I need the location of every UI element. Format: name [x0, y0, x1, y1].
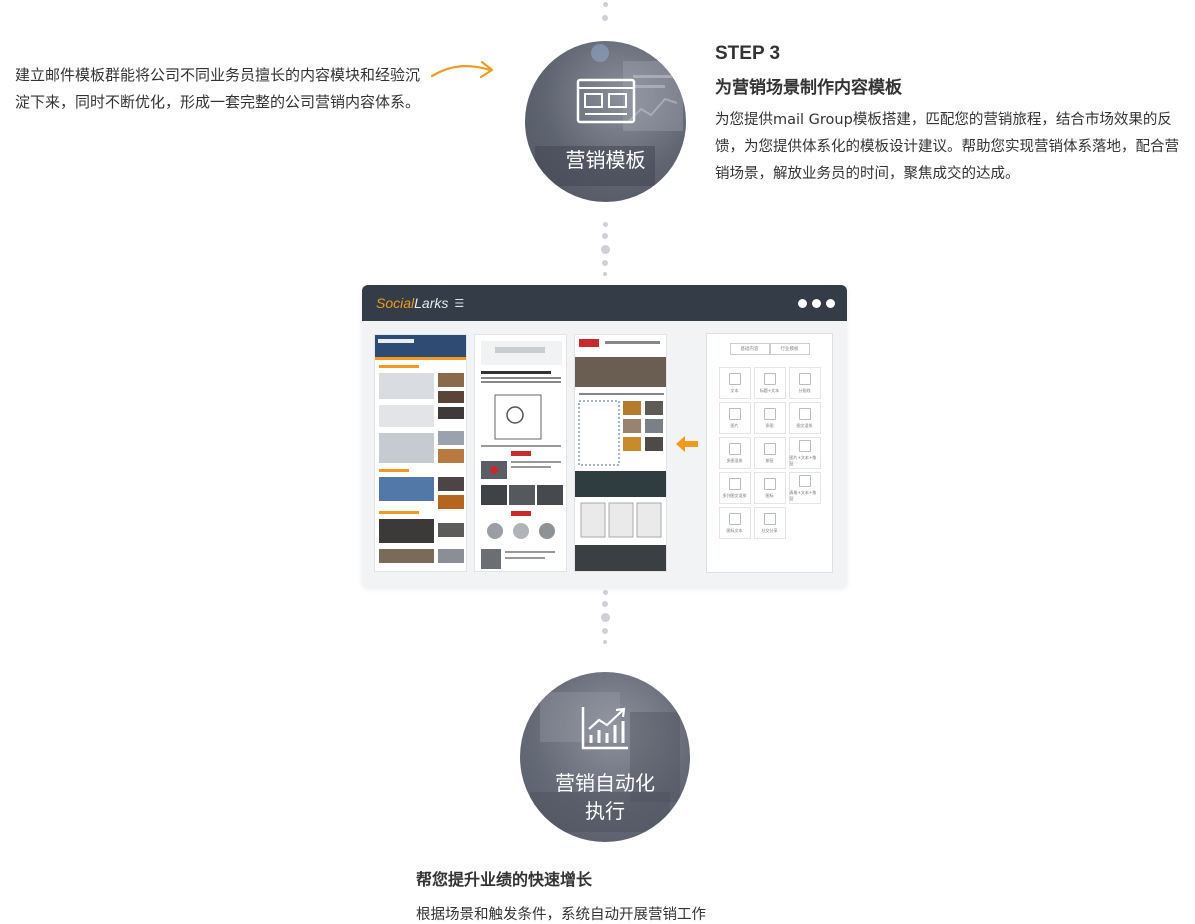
- palette-item[interactable]: 图片+文本+按钮: [788, 437, 821, 469]
- template-preview-image: [481, 341, 563, 569]
- menu-icon[interactable]: ☰: [454, 297, 464, 310]
- connector-dots-lower: [599, 590, 611, 644]
- template-preview-image: [375, 335, 466, 563]
- block-icon: [763, 477, 776, 490]
- window-titlebar: SocialLarks ☰: [362, 285, 847, 321]
- block-icon: [728, 372, 741, 385]
- curved-arrow-icon: [430, 60, 494, 79]
- palette-item[interactable]: 图文混排: [788, 402, 821, 434]
- palette-tabs: 基础内容 行业模板: [707, 343, 832, 355]
- marketing-template-label: 营销模板: [565, 148, 646, 172]
- automation-label-line1: 营销自动化: [555, 771, 655, 795]
- palette-item[interactable]: 标题+文本: [753, 367, 786, 399]
- palette-item[interactable]: 文本: [718, 367, 751, 399]
- step-3-block: STEP 3 为营销场景制作内容模板 为您提供mail Group模板搭建，匹配…: [715, 43, 1190, 188]
- palette-grid: 文本 标题+文本 分割线 图片 多图 图文混排 多图混排 按钮 图片+文本+按钮…: [707, 367, 832, 539]
- palette-item[interactable]: 多列图文混排: [718, 472, 751, 504]
- palette-item[interactable]: 图标文本: [718, 507, 751, 539]
- block-icon: [728, 442, 741, 455]
- email-template-thumbnail-2[interactable]: [474, 334, 567, 572]
- window-controls: [798, 299, 835, 308]
- marketing-automation-circle: 营销自动化 执行: [520, 672, 690, 842]
- arrow-left-icon: [676, 436, 698, 452]
- block-icon: [728, 407, 741, 420]
- block-icon: [763, 512, 776, 525]
- tab-industry-templates[interactable]: 行业模板: [769, 343, 810, 355]
- block-icon: [763, 372, 776, 385]
- email-template-thumbnail-3[interactable]: [574, 334, 667, 572]
- palette-item[interactable]: 图片: [718, 402, 751, 434]
- connector-dots-middle: [599, 222, 611, 276]
- growth-description: 根据场景和触发条件，系统自动开展营销工作: [416, 907, 706, 923]
- email-template-thumbnail-1[interactable]: [374, 334, 467, 572]
- step-title: 为营销场景制作内容模板: [715, 78, 902, 98]
- brand-logo: SocialLarks: [376, 295, 449, 311]
- template-icon: [576, 78, 635, 124]
- block-icon: [798, 474, 811, 487]
- growth-title: 帮您提升业绩的快速增长: [416, 870, 593, 889]
- palette-item[interactable]: 表格+文本+按钮: [788, 472, 821, 504]
- palette-item[interactable]: 图标: [753, 472, 786, 504]
- block-icon: [798, 372, 811, 385]
- block-icon: [728, 512, 741, 525]
- tab-basic-content[interactable]: 基础内容: [729, 343, 770, 355]
- block-icon: [798, 439, 811, 452]
- block-icon: [798, 407, 811, 420]
- content-block-palette: 基础内容 行业模板 文本 标题+文本 分割线 图片 多图 图文混排 多图混排 按…: [706, 333, 833, 573]
- growth-chart-icon: [581, 707, 628, 750]
- step-label: STEP 3: [715, 43, 781, 64]
- window-dot-icon[interactable]: [826, 299, 835, 308]
- window-dot-icon[interactable]: [812, 299, 821, 308]
- block-icon: [728, 477, 741, 490]
- marketing-template-circle: 营销模板: [525, 41, 686, 202]
- connector-dots-top: [599, 0, 611, 21]
- palette-item[interactable]: 分割线: [788, 367, 821, 399]
- palette-item[interactable]: 社交分享: [753, 507, 786, 539]
- automation-label-line2: 执行: [585, 799, 625, 823]
- block-icon: [763, 442, 776, 455]
- palette-item[interactable]: 多图: [753, 402, 786, 434]
- template-preview-image: [575, 339, 666, 571]
- step-description: 为您提供mail Group模板搭建，匹配您的营销旅程，结合市场效果的反馈，为您…: [715, 112, 1179, 182]
- window-dot-icon[interactable]: [798, 299, 807, 308]
- palette-item[interactable]: 多图混排: [718, 437, 751, 469]
- block-icon: [763, 407, 776, 420]
- palette-item[interactable]: 按钮: [753, 437, 786, 469]
- template-group-note: 建立邮件模板群能将公司不同业务员擅长的内容模块和经验沉淀下来，同时不断优化，形成…: [15, 66, 421, 111]
- sociallarks-editor-window: SocialLarks ☰ 基础内容 行业模板 文本 标题+文本 分割线 图片 …: [362, 285, 847, 587]
